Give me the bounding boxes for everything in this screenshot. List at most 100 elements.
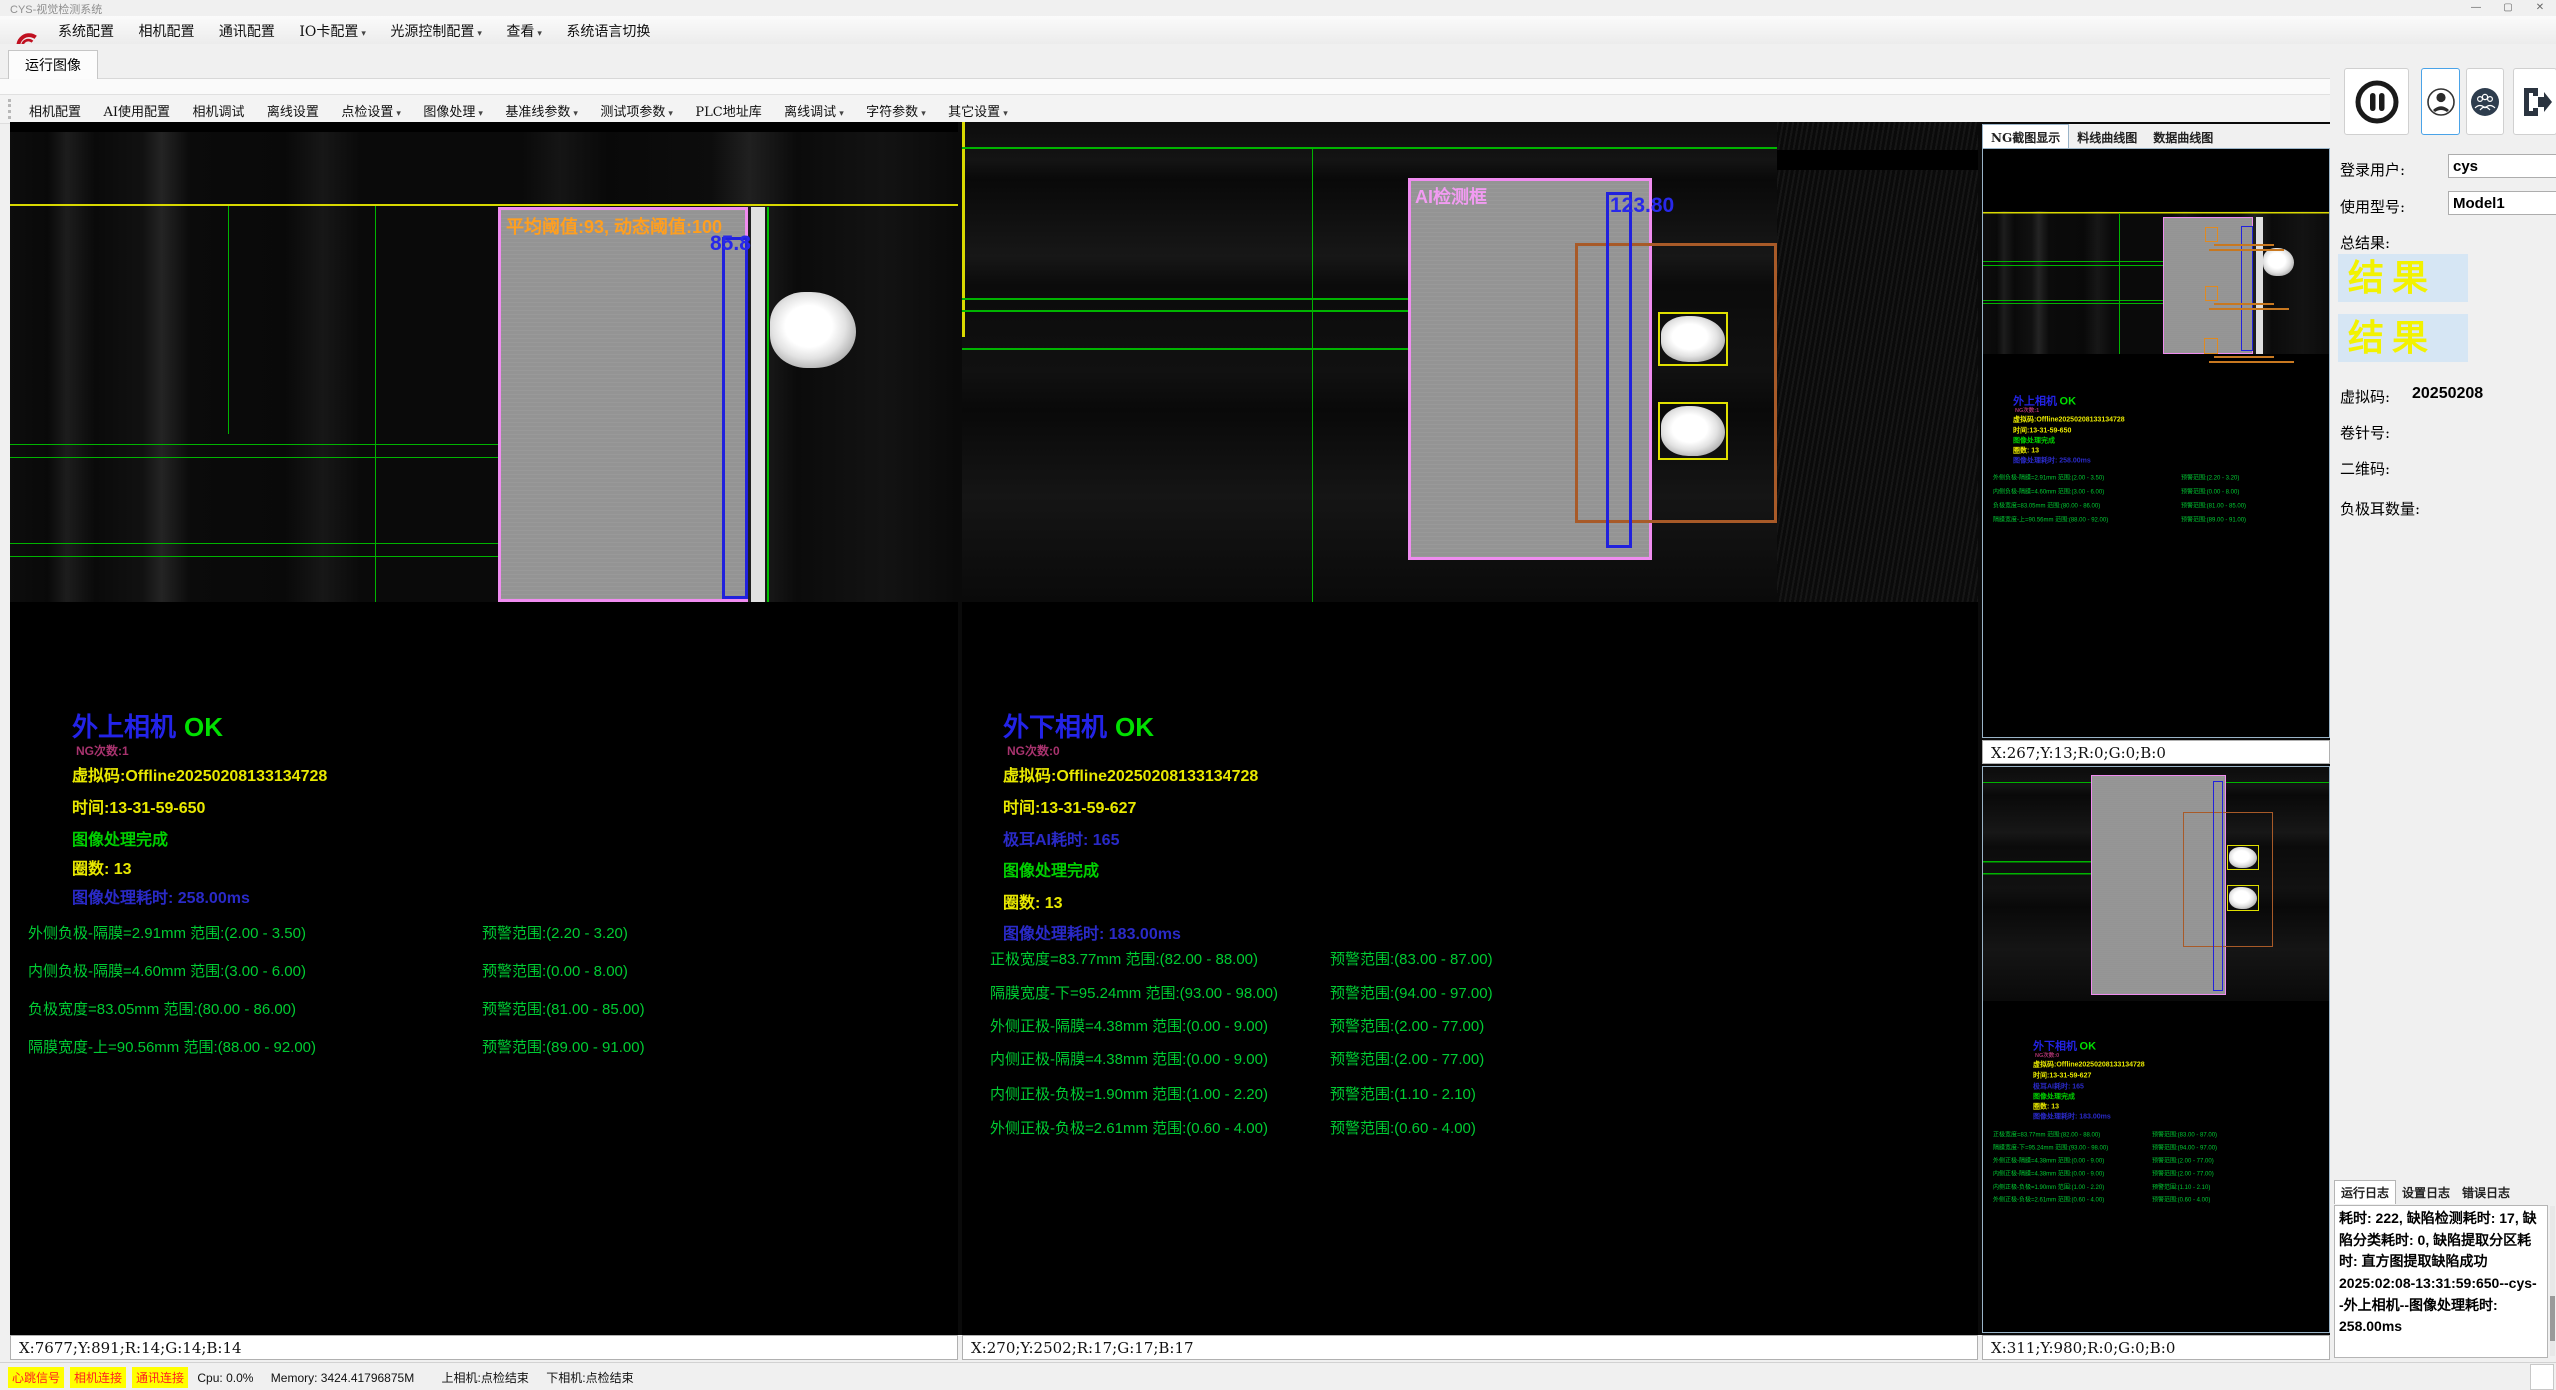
toolbar-item-test-params[interactable]: 测试项参数▾ bbox=[591, 95, 682, 120]
measurement-row: 外侧负极-隔膜=2.91mm 范围:(2.00 - 3.50) 预警范围:(2.… bbox=[28, 922, 948, 943]
tab-error-log[interactable]: 错误日志 bbox=[2456, 1181, 2516, 1204]
lower-camera-panel: AI检测框 123.80 外下相机OK NG次数:0 虚拟码:Offline20… bbox=[962, 122, 1978, 1335]
defect-label-smudge bbox=[2209, 361, 2294, 363]
tab-run-log[interactable]: 运行日志 bbox=[2334, 1180, 2396, 1204]
time-line: 时间:13-31-59-627 bbox=[1003, 794, 1136, 818]
measurement-text: 隔膜宽度-下=95.24mm 范围:(93.00 - 98.00) bbox=[990, 985, 1278, 1002]
log-scrollbar[interactable] bbox=[2550, 1206, 2555, 1356]
measurement-row: 内侧负极-隔膜=4.60mm 范围:(3.00 - 6.00) 预警范围:(0.… bbox=[28, 960, 948, 981]
log-tabstrip: 运行日志设置日志错误日志 bbox=[2334, 1180, 2516, 1204]
pause-icon bbox=[2353, 78, 2401, 126]
maximize-icon[interactable]: ▢ bbox=[2492, 0, 2524, 15]
toolbar-drag-handle[interactable] bbox=[8, 99, 11, 119]
menu-item-view[interactable]: 查看▾ bbox=[496, 16, 552, 41]
warning-range-text: 预警范围:(94.00 - 97.00) bbox=[1330, 982, 1493, 1003]
measure-box-blue bbox=[1606, 192, 1632, 548]
minimize-icon[interactable]: — bbox=[2460, 0, 2492, 15]
measurement-row: 内侧正极-负极=1.90mm 范围:(1.00 - 2.20) 预警范围:(1.… bbox=[990, 1083, 1950, 1104]
measurement-text: 内侧负极-隔膜=4.60mm 范围:(3.00 - 6.00) bbox=[28, 963, 306, 980]
tab-data-curve[interactable]: 数据曲线图 bbox=[2145, 125, 2221, 149]
mini-cost: 图像处理耗时: 258.00ms bbox=[2013, 455, 2091, 465]
upper-camera-coord-readout: X:7677;Y:891;R:14;G:14;B:14 bbox=[10, 1335, 958, 1360]
defect-box-orange bbox=[2205, 286, 2218, 301]
menu-item-language-switch[interactable]: 系统语言切换 bbox=[556, 16, 660, 41]
toolbar-item-spot-check[interactable]: 点检设置▾ bbox=[332, 95, 410, 120]
run-log-content[interactable]: 耗时: 222, 缺陷检测耗时: 17, 缺陷分类耗时: 0, 缺陷提取分区耗时… bbox=[2334, 1205, 2548, 1358]
logout-door-icon bbox=[2516, 83, 2554, 121]
right-sidebar: 登录用户: 使用型号: 总结果: 结果 结果 虚拟码: 20250208 卷针号… bbox=[2330, 44, 2556, 1362]
chevron-down-icon: ▾ bbox=[396, 109, 401, 119]
ng-count: NG次数:0 bbox=[1007, 742, 1060, 759]
toolbar-item-offline-settings[interactable]: 离线设置 bbox=[258, 95, 328, 120]
ng-coord-readout-top: X:267;Y:13;R:0;G:0;B:0 bbox=[1982, 740, 2330, 764]
ng-snapshot-panel-lower[interactable]: 外下相机OK NG次数:0 虚拟码:Offline202502081331347… bbox=[1982, 766, 2330, 1333]
users-group-button[interactable] bbox=[2466, 68, 2504, 135]
menu-item-system-config[interactable]: 系统配置 bbox=[48, 16, 124, 41]
conveyor-texture bbox=[1777, 122, 1978, 602]
menu-item-light-config[interactable]: 光源控制配置▾ bbox=[380, 16, 492, 41]
measurement-row: 外侧正极-隔膜=4.38mm 范围:(0.00 - 9.00) 预警范围:(2.… bbox=[990, 1015, 1950, 1036]
toolbar-item-char-params[interactable]: 字符参数▾ bbox=[857, 95, 935, 120]
toolbar-item-image-processing[interactable]: 图像处理▾ bbox=[414, 95, 492, 120]
toolbar-item-camera-config[interactable]: 相机配置 bbox=[20, 95, 90, 120]
warning-range-text: 预警范围:(2.20 - 3.20) bbox=[482, 922, 628, 943]
app-window: CYS-视觉检测系统 — ▢ ✕ 系统配置 相机配置 通讯配置 IO卡配置▾ 光… bbox=[0, 0, 2556, 1390]
edge-green-line bbox=[767, 207, 769, 602]
measurement-text: 正极宽度=83.77mm 范围:(82.00 - 88.00) bbox=[990, 951, 1258, 968]
menu-item-io-config[interactable]: IO卡配置▾ bbox=[289, 16, 376, 41]
toolbar-item-plc-address[interactable]: PLC地址库 bbox=[686, 95, 770, 120]
model-field[interactable] bbox=[2448, 191, 2556, 215]
film-region-box: 平均阈值:93, 动态阈值:100 bbox=[498, 207, 748, 602]
upper-camera-status: 上相机:点检结束 bbox=[442, 1369, 529, 1386]
ai-box-label: AI检测框 bbox=[1415, 183, 1487, 209]
upper-camera-image[interactable]: 平均阈值:93, 动态阈值:100 85.88 bbox=[10, 132, 958, 602]
chevron-down-icon: ▾ bbox=[537, 29, 542, 39]
comm-connect-badge: 通讯连接 bbox=[132, 1367, 188, 1388]
mini-time: 时间:13-31-59-627 bbox=[2033, 1070, 2091, 1080]
toolbar-item-camera-debug[interactable]: 相机调试 bbox=[183, 95, 253, 120]
login-user-label: 登录用户: bbox=[2340, 159, 2405, 180]
cost-line: 图像处理耗时: 258.00ms bbox=[72, 884, 250, 908]
measurement-row: 隔膜宽度-下=95.24mm 范围:(93.00 - 98.00) 预警范围:(… bbox=[990, 982, 1950, 1003]
user-button[interactable] bbox=[2421, 68, 2460, 135]
pause-button[interactable] bbox=[2344, 68, 2409, 135]
lower-camera-image[interactable]: AI检测框 123.80 bbox=[962, 122, 1978, 602]
done-line: 图像处理完成 bbox=[1003, 857, 1099, 881]
mini-time: 时间:13-31-59-650 bbox=[2013, 425, 2071, 435]
total-result-label: 总结果: bbox=[2340, 232, 2390, 253]
toolbar-item-other-settings[interactable]: 其它设置▾ bbox=[939, 95, 1017, 120]
login-user-field[interactable] bbox=[2448, 154, 2556, 178]
tab-run-image[interactable]: 运行图像 bbox=[8, 50, 98, 79]
toolbar-item-ai-config[interactable]: AI使用配置 bbox=[94, 95, 179, 120]
log-scrollbar-thumb[interactable] bbox=[2550, 1296, 2555, 1341]
toolbar-item-offline-debug[interactable]: 离线调试▾ bbox=[775, 95, 853, 120]
mini-done: 图像处理完成 bbox=[2033, 1091, 2075, 1101]
ng-coord-readout-bottom: X:311;Y:980;R:0;G:0;B:0 bbox=[1982, 1335, 2330, 1360]
measure-box-blue bbox=[722, 237, 748, 599]
tab-ng-snapshot[interactable]: NG截图显示 bbox=[1982, 124, 2069, 149]
defect-box-orange bbox=[2204, 338, 2218, 354]
toolbar-item-baseline-params[interactable]: 基准线参数▾ bbox=[496, 95, 587, 120]
measurement-row: 内侧正极-隔膜=4.38mm 范围:(0.00 - 9.00) 预警范围:(2.… bbox=[990, 1048, 1950, 1069]
guide-line-vertical bbox=[228, 206, 229, 434]
tab-line-curve[interactable]: 料线曲线图 bbox=[2069, 125, 2145, 149]
heartbeat-badge: 心跳信号 bbox=[8, 1367, 64, 1388]
status-bar: 心跳信号相机连接通讯连接 Cpu: 0.0% Memory: 3424.4179… bbox=[0, 1362, 2556, 1390]
guide-line-horizontal bbox=[962, 310, 1408, 312]
resize-grip[interactable] bbox=[2530, 1364, 2554, 1390]
menu-item-comm-config[interactable]: 通讯配置 bbox=[209, 16, 285, 41]
lower-camera-coord-readout: X:270;Y:2502;R:17;G:17;B:17 bbox=[962, 1335, 1978, 1360]
status-ok: OK bbox=[1115, 712, 1154, 742]
close-icon[interactable]: ✕ bbox=[2524, 0, 2556, 15]
done-line: 图像处理完成 bbox=[72, 826, 168, 850]
measurement-text: 外侧正极-隔膜=4.38mm 范围:(0.00 - 9.00) bbox=[990, 1018, 1268, 1035]
tab-settings-log[interactable]: 设置日志 bbox=[2396, 1181, 2456, 1204]
negative-tab-count-label: 负极耳数量: bbox=[2340, 498, 2420, 519]
menu-item-camera-config[interactable]: 相机配置 bbox=[128, 16, 204, 41]
ng-snapshot-panel-upper[interactable]: 外上相机OK NG次数:1 虚拟码:Offline202502081331347… bbox=[1982, 148, 2330, 738]
measurement-row: 外侧正极-负极=2.61mm 范围:(0.60 - 4.00) 预警范围:(0.… bbox=[990, 1117, 1950, 1138]
qr-code-label: 二维码: bbox=[2340, 458, 2390, 479]
window-title: CYS-视觉检测系统 bbox=[10, 1, 102, 17]
laps-line: 圈数: 13 bbox=[1003, 889, 1063, 913]
exit-button[interactable] bbox=[2513, 68, 2556, 135]
